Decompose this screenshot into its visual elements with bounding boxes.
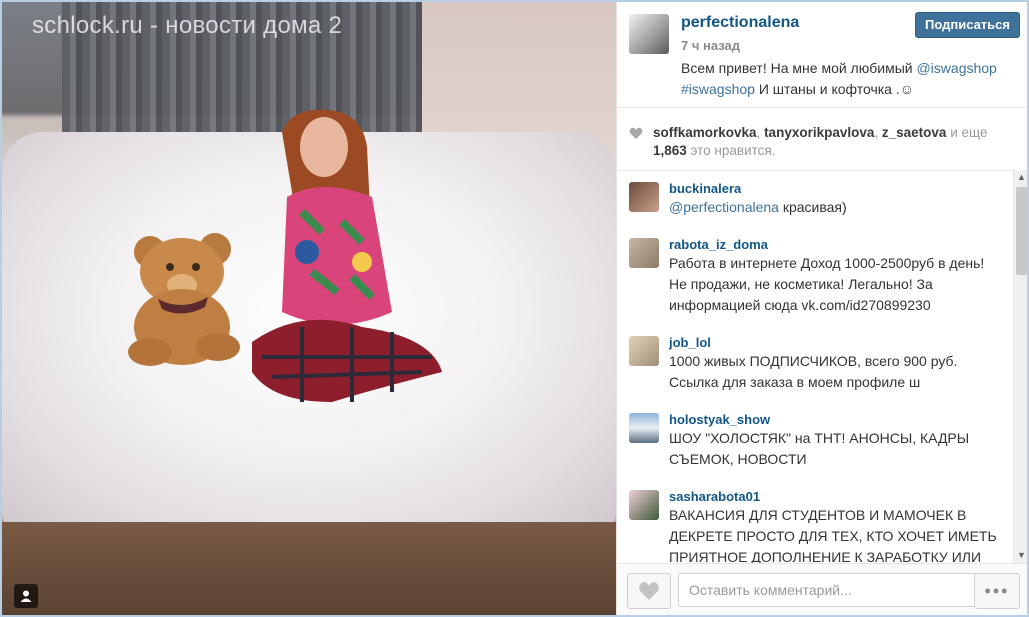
instagram-post-window: schlock.ru - новости дома 2 perfectional… xyxy=(0,0,1029,617)
comment-item: rabota_iz_doma Работа в интернете Доход … xyxy=(617,226,1013,324)
comment-body: Работа в интернете Доход 1000-2500руб в … xyxy=(669,255,985,313)
likes-suffix: это нравится. xyxy=(686,143,776,158)
likes-count[interactable]: 1,863 xyxy=(653,143,687,158)
heart-icon xyxy=(629,127,643,139)
commenter-avatar[interactable] xyxy=(629,413,659,443)
post-photo[interactable]: schlock.ru - новости дома 2 xyxy=(2,2,616,615)
follow-button[interactable]: Подписаться xyxy=(914,12,1020,38)
commenter-username[interactable]: rabota_iz_doma xyxy=(669,236,1003,253)
heart-icon xyxy=(639,582,659,600)
teddy-bear-illustration xyxy=(128,233,240,366)
tagged-users-button[interactable] xyxy=(14,584,38,608)
commenter-avatar[interactable] xyxy=(629,336,659,366)
comment-item: buckinalera @perfectionalena красивая) xyxy=(617,170,1013,226)
woman-figure-illustration xyxy=(252,109,442,402)
comment-item: job_lol 1000 живых ПОДПИСЧИКОВ, всего 90… xyxy=(617,324,1013,401)
author-avatar[interactable] xyxy=(629,14,669,54)
comment-item: sasharabota01 ВАКАНСИЯ ДЛЯ СТУДЕНТОВ И М… xyxy=(617,478,1013,563)
scroll-up-arrow-icon[interactable]: ▲ xyxy=(1014,170,1027,185)
commenter-username[interactable]: job_lol xyxy=(669,334,1003,351)
like-user-link[interactable]: z_saetova xyxy=(882,125,947,140)
comments-list[interactable]: buckinalera @perfectionalena красивая) r… xyxy=(617,170,1013,563)
author-username[interactable]: perfectionalena xyxy=(681,14,799,32)
caption-mention-link[interactable]: @iswagshop xyxy=(916,60,996,76)
watermark-text: schlock.ru - новости дома 2 xyxy=(32,12,343,39)
caption-hashtag-link[interactable]: #iswagshop xyxy=(681,81,755,97)
caption-text: Всем привет! На мне мой любимый xyxy=(681,60,917,76)
comment-input[interactable] xyxy=(678,573,979,607)
like-user-link[interactable]: tanyxorikpavlova xyxy=(764,125,874,140)
commenter-username[interactable]: sasharabota01 xyxy=(669,488,1003,505)
comment-body: ВАКАНСИЯ ДЛЯ СТУДЕНТОВ И МАМОЧЕК В ДЕКРЕ… xyxy=(669,507,997,563)
user-tag-icon xyxy=(20,590,32,602)
comment-text: @perfectionalena красивая) xyxy=(669,197,1003,218)
photo-floor xyxy=(2,522,616,615)
post-header: perfectionalena 7 ч назад Подписаться Вс… xyxy=(617,2,1027,108)
comment-body: красивая) xyxy=(778,199,847,215)
commenter-avatar[interactable] xyxy=(629,238,659,268)
commenter-username[interactable]: buckinalera xyxy=(669,180,1003,197)
comment-body: ШОУ "ХОЛОСТЯК" на ТНТ! АНОНСЫ, КАДРЫ СЪЕ… xyxy=(669,430,970,467)
scroll-down-arrow-icon[interactable]: ▼ xyxy=(1014,548,1027,563)
commenter-avatar[interactable] xyxy=(629,490,659,520)
like-separator: , xyxy=(874,125,882,140)
more-options-button[interactable]: ••• xyxy=(974,573,1020,609)
like-separator: , xyxy=(756,125,765,140)
comment-item: holostyak_show ШОУ "ХОЛОСТЯК" на ТНТ! АН… xyxy=(617,401,1013,478)
like-user-link[interactable]: soffkamorkovka xyxy=(653,125,757,140)
post-timestamp[interactable]: 7 ч назад xyxy=(681,38,740,53)
likes-summary: soffkamorkovka, tanyxorikpavlova, z_saet… xyxy=(653,124,1013,160)
commenter-username[interactable]: holostyak_show xyxy=(669,411,1003,428)
comment-mention-link[interactable]: @perfectionalena xyxy=(669,199,779,215)
likes-section: soffkamorkovka, tanyxorikpavlova, z_saet… xyxy=(617,108,1027,171)
comments-scrollbar[interactable]: ▲ ▼ xyxy=(1013,170,1027,563)
scrollbar-thumb[interactable] xyxy=(1016,187,1027,275)
likes-and-more: и еще xyxy=(946,125,988,140)
comment-composer: ••• xyxy=(617,563,1027,615)
post-caption: Всем привет! На мне мой любимый @iswagsh… xyxy=(681,58,1011,100)
post-side-panel: perfectionalena 7 ч назад Подписаться Вс… xyxy=(616,2,1027,615)
comment-body: 1000 живых ПОДПИСЧИКОВ, всего 900 руб. С… xyxy=(669,353,958,390)
caption-text-2: И штаны и кофточка .☺ xyxy=(754,81,915,97)
like-button[interactable] xyxy=(627,573,671,609)
commenter-avatar[interactable] xyxy=(629,182,659,212)
